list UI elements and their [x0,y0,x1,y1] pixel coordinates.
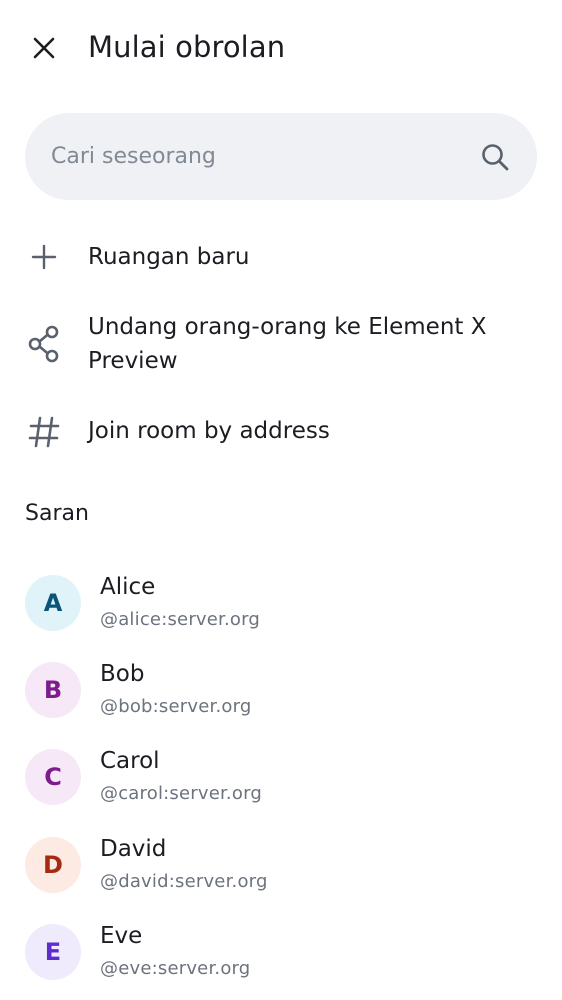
user-display-name: Alice [100,574,156,600]
user-matrix-id: @david:server.org [100,871,268,892]
invite-people-label: Undang orang-orang ke Element X Preview [88,314,487,374]
user-display-name: Bob [100,661,145,687]
avatar: E [25,924,81,980]
user-display-name: Carol [100,748,160,774]
search-bar[interactable] [25,113,537,200]
list-item[interactable]: D David @david:server.org [0,824,562,908]
share-icon [24,324,64,364]
user-display-name: Eve [100,923,143,949]
user-matrix-id: @carol:server.org [100,783,262,804]
list-item[interactable]: E Eve @eve:server.org [0,911,562,995]
top-app-bar: Mulai obrolan [0,0,562,100]
list-item[interactable]: B Bob @bob:server.org [0,649,562,733]
close-icon [32,36,56,65]
avatar: B [25,662,81,718]
list-item[interactable]: C Carol @carol:server.org [0,736,562,820]
user-matrix-id: @eve:server.org [100,958,251,979]
suggestions-heading: Saran [25,501,89,526]
list-item[interactable]: A Alice @alice:server.org [0,562,562,646]
close-button[interactable] [22,28,66,72]
search-icon[interactable] [479,141,511,173]
search-input[interactable] [51,144,479,169]
user-matrix-id: @bob:server.org [100,696,252,717]
user-display-name: David [100,836,167,862]
user-matrix-id: @alice:server.org [100,609,261,630]
new-room-action[interactable]: Ruangan baru [0,233,562,281]
invite-people-action[interactable]: Undang orang-orang ke Element X Preview [0,308,562,380]
avatar: A [25,575,81,631]
hash-icon [24,412,64,452]
avatar: C [25,749,81,805]
plus-icon [24,237,64,277]
join-room-label: Join room by address [88,418,330,444]
join-room-by-address-action[interactable]: Join room by address [0,408,562,456]
page-title: Mulai obrolan [88,30,286,64]
avatar: D [25,837,81,893]
new-room-label: Ruangan baru [88,244,250,270]
